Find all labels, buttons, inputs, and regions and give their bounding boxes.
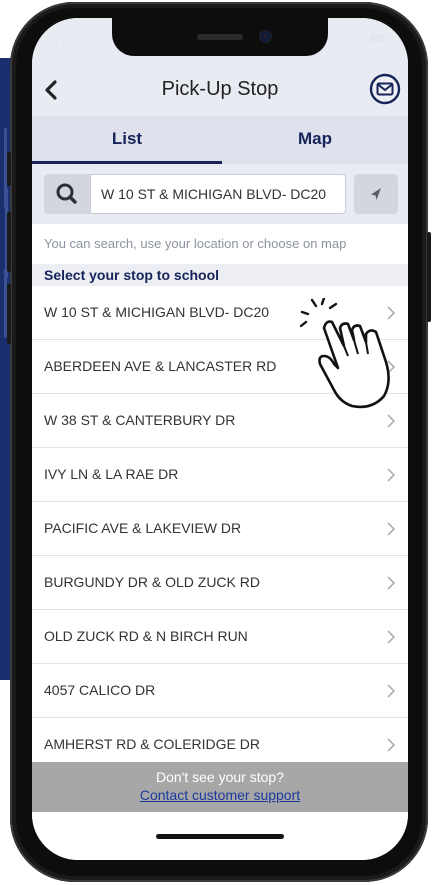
mail-icon: [369, 73, 401, 105]
tab-list[interactable]: List: [32, 116, 222, 164]
stop-label: 4057 CALICO DR: [44, 682, 156, 698]
chevron-right-icon: [387, 522, 396, 536]
stop-item[interactable]: 4057 CALICO DR: [32, 664, 408, 718]
phone-power-button: [427, 232, 431, 322]
phone-notch: [112, 18, 328, 56]
search-button[interactable]: [44, 174, 90, 214]
home-indicator-area: [32, 812, 408, 860]
section-header: Select your stop to school: [32, 264, 408, 286]
chevron-right-icon: [387, 630, 396, 644]
use-location-button[interactable]: [354, 174, 398, 214]
search-input[interactable]: [90, 174, 346, 214]
battery-icon: [354, 34, 385, 42]
page-title: Pick-Up Stop: [161, 78, 279, 100]
status-icons: [354, 32, 388, 47]
tap-hand-icon: [300, 298, 390, 409]
front-camera: [260, 31, 271, 42]
stop-item[interactable]: PACIFIC AVE & LAKEVIEW DR: [32, 502, 408, 556]
chevron-right-icon: [387, 684, 396, 698]
support-footer: Don't see your stop? Contact customer su…: [32, 762, 408, 812]
chevron-right-icon: [387, 576, 396, 590]
tab-map[interactable]: Map: [222, 116, 408, 164]
location-arrow-icon: [371, 188, 381, 200]
stop-label: PACIFIC AVE & LAKEVIEW DR: [44, 520, 242, 536]
stop-label: ABERDEEN AVE & LANCASTER RD: [44, 358, 277, 374]
chevron-right-icon: [387, 738, 396, 752]
chevron-right-icon: [387, 468, 396, 482]
messages-button[interactable]: [368, 72, 402, 106]
stop-label: OLD ZUCK RD & N BIRCH RUN: [44, 628, 248, 644]
search-icon: [56, 183, 77, 204]
status-time: 11:03: [52, 32, 86, 48]
stop-item[interactable]: IVY LN & LA RAE DR: [32, 448, 408, 502]
contact-support-link[interactable]: Contact customer support: [32, 787, 408, 803]
stop-item[interactable]: OLD ZUCK RD & N BIRCH RUN: [32, 610, 408, 664]
search-hint-row: You can search, use your location or cho…: [32, 224, 408, 264]
stop-label: BURGUNDY DR & OLD ZUCK RD: [44, 574, 260, 590]
search-bar: [32, 164, 408, 224]
chevron-right-icon: [387, 414, 396, 428]
phone-volume-down-button: [7, 284, 11, 344]
view-tabs: List Map: [32, 116, 408, 164]
search-hint: You can search, use your location or cho…: [44, 236, 347, 251]
phone-mute-button: [7, 152, 11, 186]
missing-stop-question: Don't see your stop?: [156, 769, 284, 785]
home-indicator[interactable]: [156, 834, 284, 839]
stop-label: IVY LN & LA RAE DR: [44, 466, 179, 482]
stop-label: AMHERST RD & COLERIDGE DR: [44, 736, 260, 752]
stop-label: W 10 ST & MICHIGAN BLVD- DC20: [44, 304, 270, 320]
nav-bar: Pick-Up Stop: [32, 64, 408, 116]
phone-volume-up-button: [7, 212, 11, 272]
stop-item[interactable]: BURGUNDY DR & OLD ZUCK RD: [32, 556, 408, 610]
app-screen: 11:03 Pick-Up Stop List Map W 10 ST & MI…: [32, 18, 408, 860]
section-title: Select your stop to school: [44, 267, 220, 283]
stop-label: W 38 ST & CANTERBURY DR: [44, 412, 236, 428]
speaker-grille: [197, 34, 243, 40]
